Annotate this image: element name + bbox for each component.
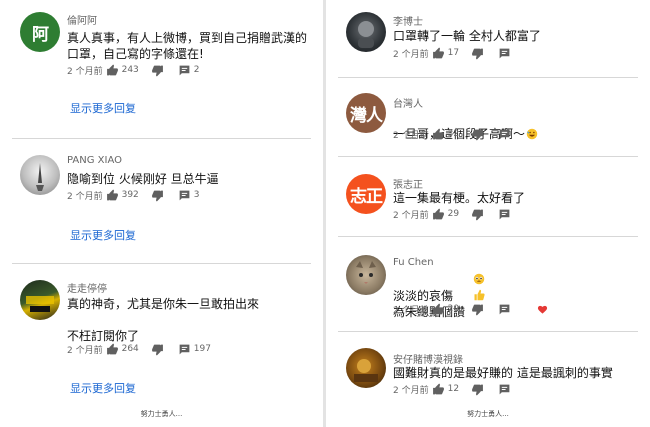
show-more-replies-link[interactable]: 显示更多回复 [70, 100, 136, 116]
divider [338, 77, 638, 78]
divider [338, 236, 638, 237]
left-comments-panel: 阿 倫阿阿 真人真事，有人上微博，買到自己捐贈武漢的 口罩，自己寫的字條還在! … [0, 0, 323, 427]
comment-icon[interactable] [498, 383, 511, 396]
like-count: 32 [447, 129, 460, 139]
comment-icon[interactable] [178, 189, 191, 202]
like-count: 392 [121, 190, 139, 200]
thumbs-up-icon[interactable] [106, 189, 119, 202]
avatar-initials: 灣人 [350, 105, 383, 126]
comment-text: 真的神奇，尤其是你朱一旦敢拍出來 不枉訂閱你了 [67, 297, 260, 343]
like-count: 29 [447, 209, 460, 219]
comment-icon[interactable] [178, 64, 191, 77]
comment-actions: 2 个月前 243 2 [67, 63, 200, 77]
comment-timestamp: 2 个月前 [393, 210, 429, 221]
thumbs-down-icon[interactable] [151, 189, 164, 202]
comment-icon[interactable] [498, 303, 511, 316]
avatar-image [356, 261, 376, 284]
divider [338, 331, 638, 332]
comment-timestamp: 2 个月前 [67, 66, 103, 77]
reply-count: 197 [193, 344, 211, 354]
pleading-emoji-icon [473, 273, 485, 285]
comment-text: 隐喻到位 火候刚好 旦总牛逼 [67, 172, 219, 186]
heart-icon [537, 305, 548, 314]
like-count: 264 [121, 344, 139, 354]
avatar-image [26, 296, 54, 312]
thumbs-up-icon[interactable] [432, 383, 445, 396]
comment-author[interactable]: PANG XIAO [67, 155, 122, 166]
comment-text: 真人真事，有人上微博，買到自己捐贈武漢的 口罩，自己寫的字條還在! [67, 31, 308, 61]
comment-actions: 2 个月前 29 [393, 207, 511, 221]
avatar[interactable]: 阿 [20, 12, 60, 52]
comment-actions: 2 个月前 264 197 [67, 342, 211, 356]
comment-icon[interactable] [178, 343, 191, 356]
thumbs-down-icon[interactable] [471, 208, 484, 221]
comment-author[interactable]: 倫阿阿 [67, 12, 97, 27]
comment-author[interactable]: Fu Chen [393, 257, 434, 268]
thumbs-up-icon[interactable] [106, 64, 119, 77]
thumbs-down-icon[interactable] [471, 128, 484, 141]
comment-text: 口罩轉了一輪 全村人都富了 [393, 29, 541, 43]
reply-count: 2 [193, 65, 200, 75]
comment-actions: 2 个月前 17 [393, 46, 511, 60]
avatar-image [358, 21, 374, 48]
show-more-replies-link[interactable]: 显示更多回复 [70, 227, 136, 243]
comment-icon[interactable] [498, 208, 511, 221]
comment-icon[interactable] [498, 128, 511, 141]
divider [12, 263, 311, 264]
comment-actions: 2 个月前 12 [393, 382, 511, 396]
comment-text: 這一集最有梗。太好看了 [393, 191, 526, 205]
like-count: 12 [447, 384, 460, 394]
thumbs-up-emoji-icon [474, 289, 485, 301]
rofl-emoji-icon [526, 128, 538, 140]
thumbs-up-icon[interactable] [432, 303, 445, 316]
thumbs-up-icon[interactable] [106, 343, 119, 356]
comment-text: 國難財真的是最好賺的 這是最諷刺的事實 [393, 366, 613, 380]
avatar[interactable] [346, 12, 386, 52]
comment-icon[interactable] [498, 47, 511, 60]
comment-actions: 2 个月前 392 3 [67, 188, 200, 202]
avatar-image [36, 163, 44, 191]
thumbs-down-icon[interactable] [471, 303, 484, 316]
comment-author[interactable]: 走走停停 [67, 280, 107, 295]
comment-timestamp: 2 个月前 [393, 385, 429, 396]
comment-author[interactable]: 張志正 [393, 176, 423, 191]
avatar[interactable] [20, 280, 60, 320]
comment-timestamp: 2 个月前 [67, 345, 103, 356]
comment-actions: 2 个月前 32 [393, 127, 511, 141]
footer-caption: 努力士勇人... [140, 410, 183, 418]
comment-timestamp: 2 个月前 [393, 305, 429, 316]
avatar[interactable]: 灣人 [346, 93, 386, 133]
right-comments-panel: 李博士 口罩轉了一輪 全村人都富了 2 个月前 17 灣人 台灣人 一旦哥，這個… [326, 0, 650, 427]
thumbs-up-icon[interactable] [432, 128, 445, 141]
show-more-replies-link[interactable]: 显示更多回复 [70, 380, 136, 396]
comment-author[interactable]: 台灣人 [393, 95, 423, 110]
footer-caption: 努力士勇人... [467, 410, 509, 418]
thumbs-up-icon[interactable] [432, 47, 445, 60]
comment-timestamp: 2 个月前 [67, 191, 103, 202]
comment-timestamp: 2 个月前 [393, 130, 429, 141]
like-count: 20 [447, 304, 460, 314]
avatar-initials: 志正 [350, 186, 383, 207]
thumbs-down-icon[interactable] [151, 343, 164, 356]
comment-author[interactable]: 安仔賭博漠視錄 [393, 351, 463, 366]
avatar-initials: 阿 [32, 24, 49, 45]
avatar-image [354, 359, 378, 382]
like-count: 17 [447, 48, 460, 58]
avatar[interactable] [346, 348, 386, 388]
thumbs-down-icon[interactable] [151, 64, 164, 77]
thumbs-up-icon[interactable] [432, 208, 445, 221]
avatar[interactable]: 志正 [346, 174, 386, 214]
comment-actions: 2 个月前 20 [393, 302, 643, 316]
thumbs-down-icon[interactable] [471, 47, 484, 60]
avatar[interactable] [346, 255, 386, 295]
avatar[interactable] [20, 155, 60, 195]
like-count: 243 [121, 65, 139, 75]
reply-count: 3 [193, 190, 200, 200]
divider [338, 156, 638, 157]
divider [12, 138, 311, 139]
comment-author[interactable]: 李博士 [393, 13, 423, 28]
comment-timestamp: 2 个月前 [393, 49, 429, 60]
thumbs-down-icon[interactable] [471, 383, 484, 396]
